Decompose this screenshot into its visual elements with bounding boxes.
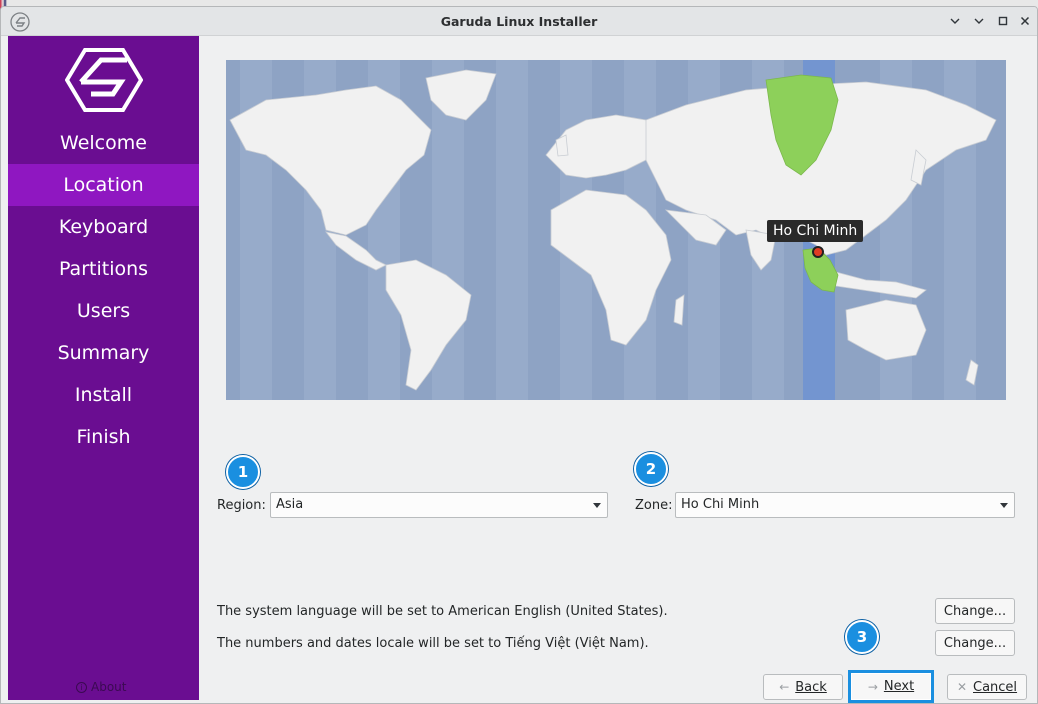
cancel-button[interactable]: ✕ Cancel	[947, 674, 1027, 700]
window-title: Garuda Linux Installer	[440, 14, 598, 29]
change-language-button[interactable]: Change...	[935, 598, 1015, 624]
timezone-map[interactable]: Ho Chi Minh	[226, 60, 1006, 400]
change-locale-button[interactable]: Change...	[935, 630, 1015, 656]
chevron-down-icon	[1000, 503, 1008, 508]
locale-info-text: The numbers and dates locale will be set…	[217, 636, 649, 651]
sidebar-item-finish: Finish	[76, 426, 131, 448]
close-icon: ✕	[956, 680, 967, 694]
step-badge-3: 3	[845, 620, 879, 654]
location-page: Ho Chi Minh 1 2 Region: Asia Zone: Ho Ch…	[199, 36, 1037, 703]
sidebar-item-users: Users	[76, 300, 131, 322]
back-label: Back	[795, 679, 827, 695]
zone-label: Zone:	[635, 498, 673, 513]
about-label: About	[91, 680, 127, 694]
back-button[interactable]: ← Back	[763, 674, 843, 700]
language-info-text: The system language will be set to Ameri…	[217, 604, 668, 619]
region-label: Region:	[217, 498, 266, 513]
zone-select[interactable]: Ho Chi Minh	[675, 492, 1015, 518]
garuda-logo-icon	[65, 48, 143, 112]
zone-value: Ho Chi Minh	[681, 497, 760, 512]
minimize-icon[interactable]	[971, 13, 987, 29]
sidebar: Welcome Location Keyboard Partitions Use…	[8, 36, 199, 700]
selected-city-label: Ho Chi Minh	[767, 220, 864, 242]
region-value: Asia	[276, 497, 304, 512]
sidebar-item-partitions: Partitions	[58, 258, 149, 280]
cancel-label: Cancel	[973, 679, 1018, 695]
region-select[interactable]: Asia	[270, 492, 608, 518]
info-icon: i	[76, 681, 87, 693]
step-badge-2: 2	[634, 452, 668, 486]
chevron-down-icon[interactable]	[947, 13, 963, 29]
location-pin-icon	[812, 246, 824, 258]
sidebar-item-install: Install	[74, 384, 133, 406]
sidebar-item-location: Location	[8, 164, 199, 206]
sidebar-item-welcome: Welcome	[60, 132, 147, 154]
title-bar[interactable]: Garuda Linux Installer	[1, 7, 1037, 36]
change-locale-label: Change...	[943, 635, 1007, 651]
step-badge-1: 1	[226, 455, 260, 489]
next-button[interactable]: → Next	[848, 670, 934, 703]
arrow-left-icon: ←	[779, 680, 790, 694]
about-button[interactable]: i About	[76, 680, 126, 694]
maximize-icon[interactable]	[995, 13, 1011, 29]
next-label: Next	[883, 679, 915, 694]
arrow-right-icon: →	[867, 679, 878, 694]
chevron-down-icon	[593, 503, 601, 508]
sidebar-item-summary: Summary	[57, 342, 150, 364]
close-icon[interactable]	[1017, 13, 1033, 29]
installer-window: Garuda Linux Installer Welcome Location …	[0, 6, 1038, 704]
sidebar-item-keyboard: Keyboard	[58, 216, 149, 238]
world-map	[229, 60, 997, 400]
change-language-label: Change...	[943, 603, 1007, 619]
